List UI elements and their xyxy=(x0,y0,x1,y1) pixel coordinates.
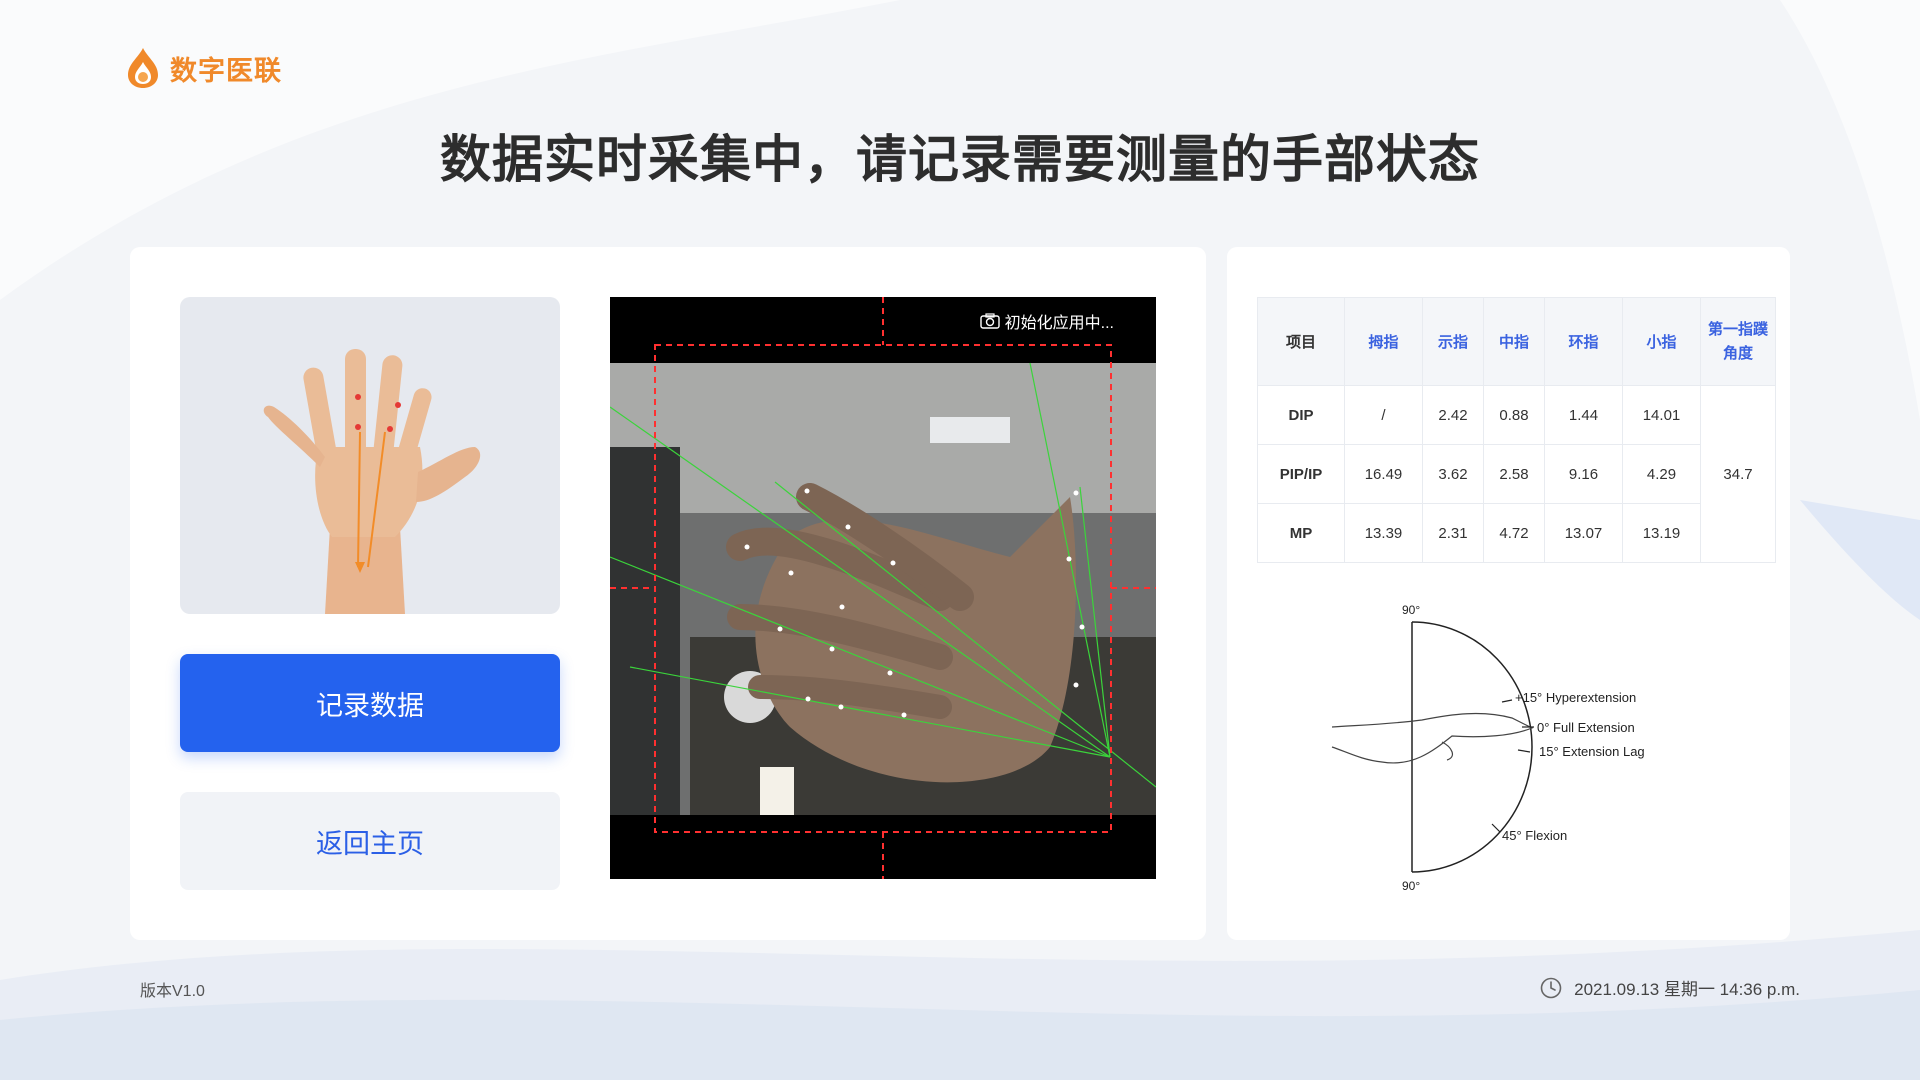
table-cell: 16.49 xyxy=(1344,444,1423,504)
label-extension-lag: 15° Extension Lag xyxy=(1539,744,1645,759)
table-cell: / xyxy=(1344,385,1423,445)
header-index: 示指 xyxy=(1422,297,1484,386)
finger-angle-diagram: 90° 90° +15° Hyperextension 0° Full Exte… xyxy=(1331,603,1645,892)
capture-panel: 记录数据 返回主页 初始化应用中... xyxy=(130,247,1206,940)
table-cell: 3.62 xyxy=(1422,444,1484,504)
header-little: 小指 xyxy=(1622,297,1701,386)
datetime-text: 2021.09.13 星期一 14:36 p.m. xyxy=(1574,980,1800,999)
header-web-angle: 第一指蹼角度 xyxy=(1700,297,1776,386)
results-panel: 项目 拇指 示指 中指 环指 小指 第一指蹼角度 DIP / 2.42 0.88… xyxy=(1227,247,1790,940)
table-cell: 13.07 xyxy=(1544,503,1623,563)
table-cell: 1.44 xyxy=(1544,385,1623,445)
row-label: DIP xyxy=(1257,385,1345,445)
label-flexion: 45° Flexion xyxy=(1502,828,1567,843)
table-cell: 9.16 xyxy=(1544,444,1623,504)
label-top-90: 90° xyxy=(1402,603,1420,617)
table-row: MP 13.39 2.31 4.72 13.07 13.19 xyxy=(1257,503,1776,563)
flame-drop-icon xyxy=(128,48,158,88)
label-hyperextension: +15° Hyperextension xyxy=(1515,690,1636,705)
table-row: DIP / 2.42 0.88 1.44 14.01 34.7 xyxy=(1257,385,1776,563)
measurement-table: 项目 拇指 示指 中指 环指 小指 第一指蹼角度 DIP / 2.42 0.88… xyxy=(1257,297,1776,563)
camera-status-text: 初始化应用中... xyxy=(1004,315,1114,332)
brand-name: 数字医联 xyxy=(170,55,282,86)
datetime-display: 2021.09.13 星期一 14:36 p.m. xyxy=(1540,975,1800,1000)
table-cell: 2.58 xyxy=(1483,444,1545,504)
header-ring: 环指 xyxy=(1544,297,1623,386)
table-cell: 2.42 xyxy=(1422,385,1484,445)
clock-icon xyxy=(1540,977,1562,998)
label-full-extension: 0° Full Extension xyxy=(1537,720,1635,735)
row-label: MP xyxy=(1257,503,1345,563)
page-title: 数据实时采集中，请记录需要测量的手部状态 xyxy=(439,131,1480,188)
row-label: PIP/IP xyxy=(1257,444,1345,504)
camera-preview: 初始化应用中... xyxy=(610,297,1156,879)
camera-icon xyxy=(979,313,1000,329)
camera-status: 初始化应用中... xyxy=(979,309,1114,333)
record-data-button[interactable]: 记录数据 xyxy=(180,654,560,752)
table-cell: 4.29 xyxy=(1622,444,1701,504)
table-cell: 0.88 xyxy=(1483,385,1545,445)
version-label: 版本V1.0 xyxy=(140,983,205,1000)
header-thumb: 拇指 xyxy=(1344,297,1423,386)
label-bottom-90: 90° xyxy=(1402,879,1420,892)
back-home-button[interactable]: 返回主页 xyxy=(180,792,560,890)
table-cell: 4.72 xyxy=(1483,503,1545,563)
table-cell: 14.01 xyxy=(1622,385,1701,445)
table-cell: 13.19 xyxy=(1622,503,1701,563)
header-item: 项目 xyxy=(1257,297,1345,386)
table-header-row: 项目 拇指 示指 中指 环指 小指 第一指蹼角度 xyxy=(1257,297,1776,386)
header-middle: 中指 xyxy=(1483,297,1545,386)
hand-reference-image xyxy=(180,297,560,614)
web-angle-value: 34.7 xyxy=(1700,385,1776,563)
table-cell: 13.39 xyxy=(1344,503,1423,563)
table-cell: 2.31 xyxy=(1422,503,1484,563)
table-row: PIP/IP 16.49 3.62 2.58 9.16 4.29 xyxy=(1257,444,1776,504)
brand-logo: 数字医联 xyxy=(126,46,282,90)
